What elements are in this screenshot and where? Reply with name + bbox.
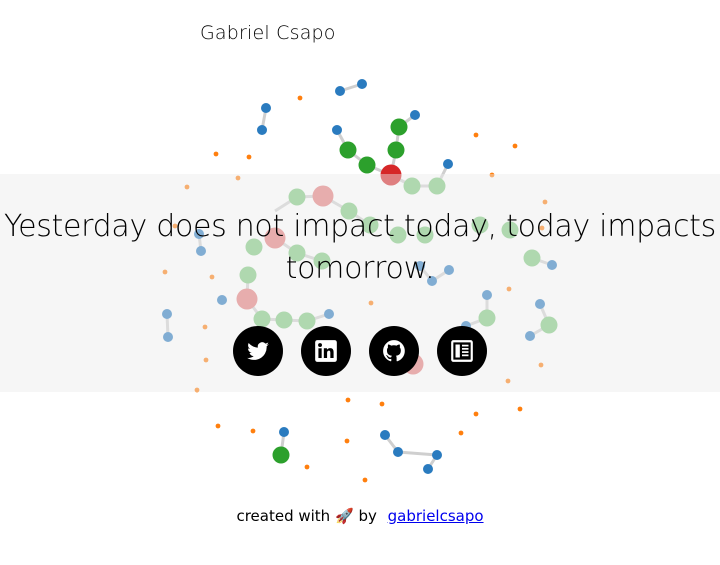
footer-by: by [358,507,377,525]
quote-line-2: tomorrow. [285,251,435,286]
social-links [233,326,487,376]
graph-node [379,401,385,407]
github-icon [383,340,405,362]
graph-node [332,125,342,135]
graph-node [215,423,221,429]
graph-node [297,95,303,101]
graph-node [345,397,351,403]
footer-created-with: created with [236,507,331,525]
linkedin-icon [315,340,337,362]
graph-node [357,79,367,89]
rocket-icon: 🚀 [334,507,354,525]
graph-node [279,427,289,437]
graph-node [458,430,464,436]
author-link[interactable]: gabrielcsapo [388,507,484,525]
graph-node [512,143,518,149]
footer: created with 🚀 by gabrielcsapo [0,507,720,525]
graph-node [423,464,433,474]
graph-node [380,430,390,440]
graph-node [473,132,479,138]
graph-node [358,156,376,174]
graph-node [261,103,271,113]
quote-line-1: Yesterday does not impact today, today i… [4,209,716,244]
document-icon [451,340,473,362]
graph-node [393,447,403,457]
resume-button[interactable] [437,326,487,376]
graph-node [443,159,453,169]
graph-node [335,86,345,96]
quote-text: Yesterday does not impact today, today i… [0,206,720,290]
twitter-button[interactable] [233,326,283,376]
author-name: Gabriel Csapo [200,22,336,44]
graph-node [250,428,256,434]
graph-node [304,464,310,470]
graph-node [432,450,442,460]
graph-node [344,438,350,444]
graph-node [410,110,420,120]
graph-node [246,154,252,160]
graph-edge [397,450,438,457]
graph-node [387,141,405,159]
graph-node [339,141,357,159]
linkedin-button[interactable] [301,326,351,376]
graph-node [517,406,523,412]
twitter-icon [247,342,269,360]
graph-node [390,118,408,136]
github-button[interactable] [369,326,419,376]
graph-node [272,446,290,464]
graph-node [362,477,368,483]
graph-node [257,125,267,135]
graph-node [213,151,219,157]
graph-node [473,411,479,417]
